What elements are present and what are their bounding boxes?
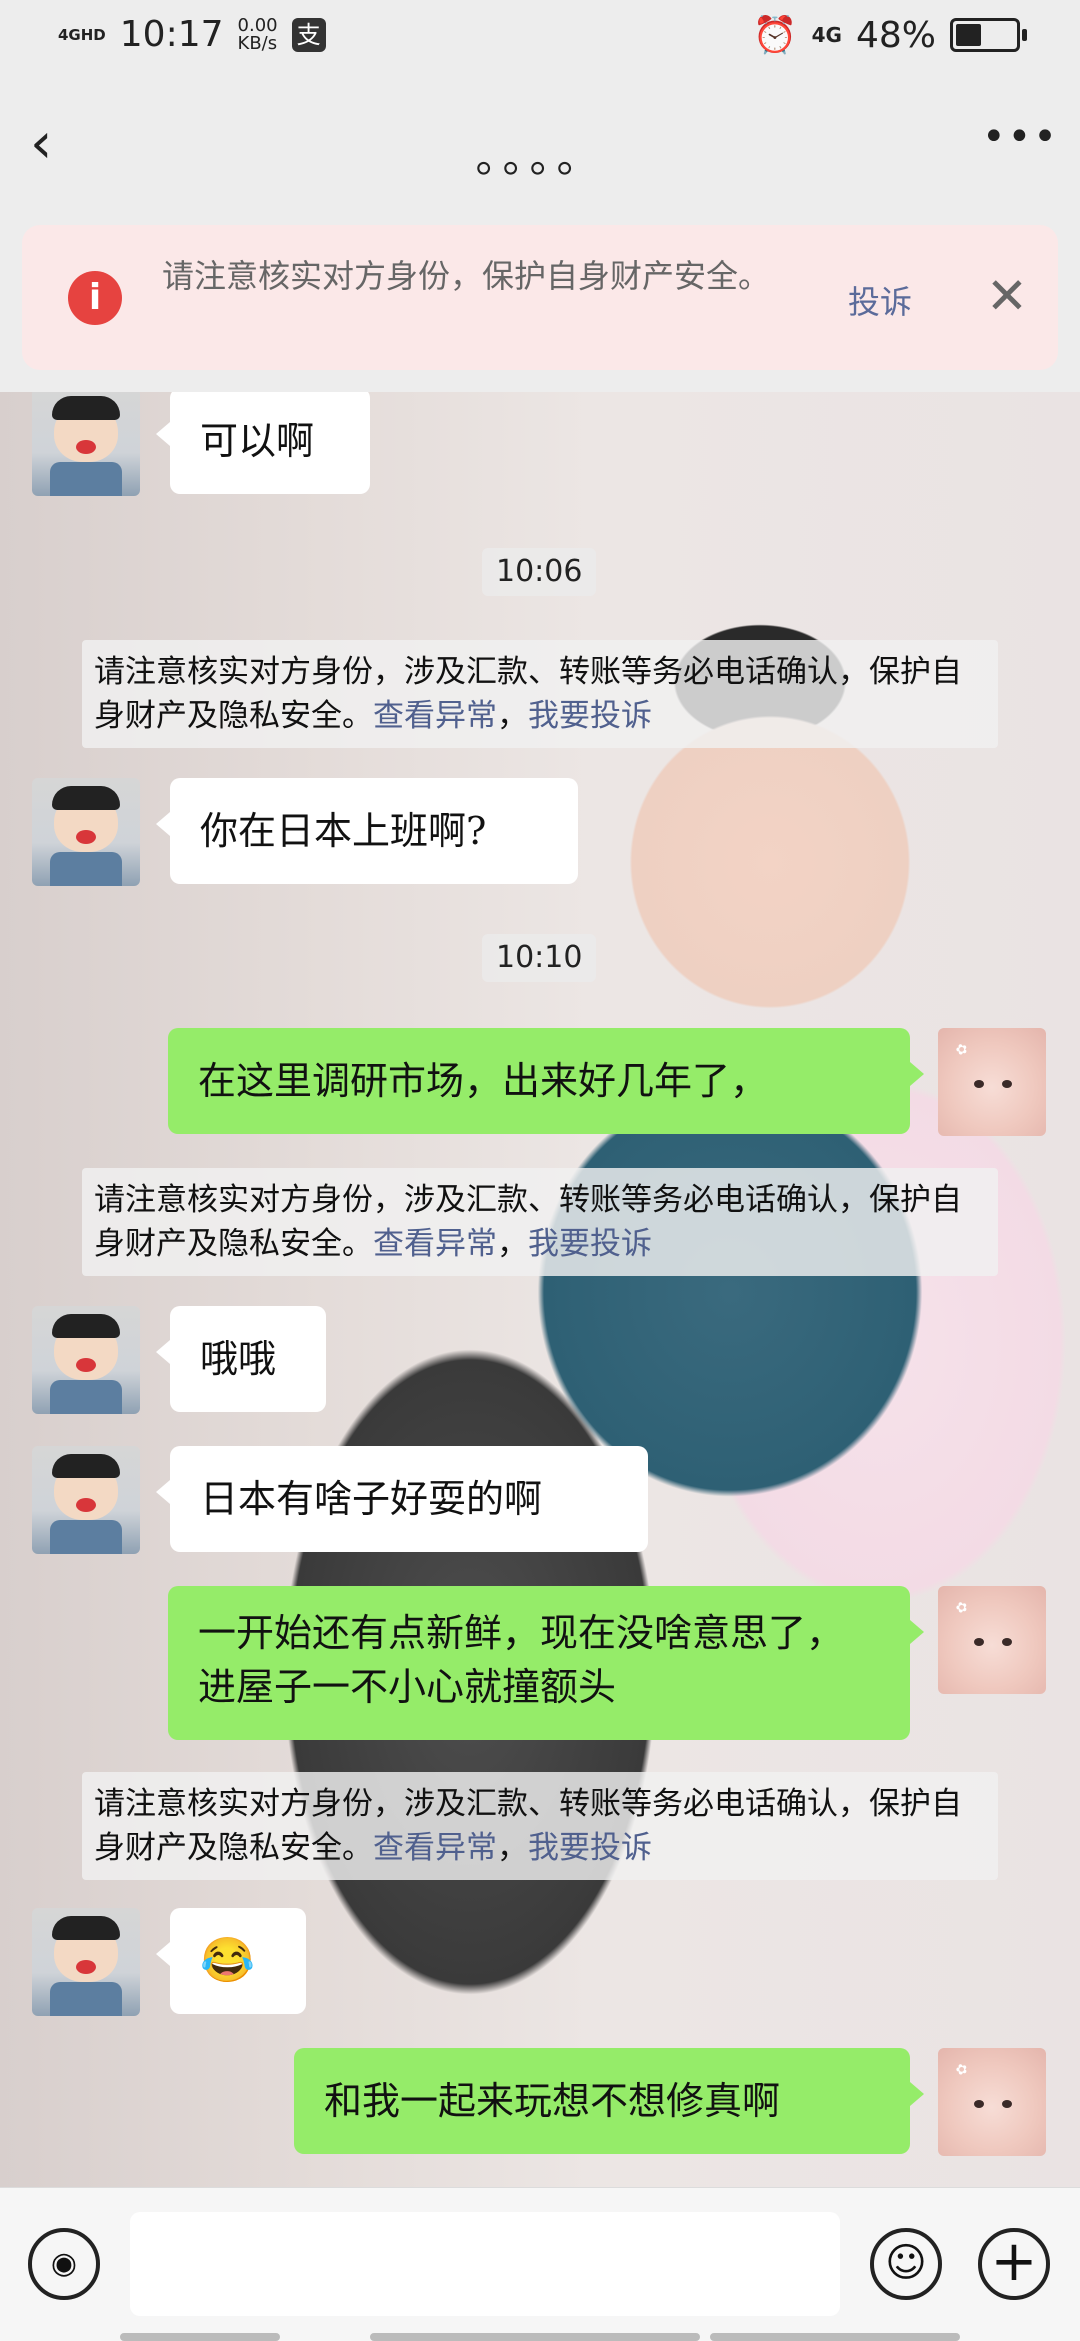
more-functions-button[interactable]: + [978,2228,1050,2300]
plus-icon: + [990,2229,1038,2294]
avatar-tag: ✿ [953,1598,971,1618]
avatar-mouth [76,830,96,844]
avatar-body [50,462,122,496]
net-speed: 0.00 KB/s [237,14,278,54]
avatar-hair [52,1454,120,1478]
contact-avatar[interactable] [32,1446,140,1554]
chat-title: 。。。。 [475,133,605,182]
view-anomaly-link[interactable]: 查看异常 [373,698,497,734]
battery-icon [950,18,1027,52]
contact-avatar[interactable] [32,392,140,496]
message-input[interactable] [130,2212,840,2316]
my-avatar[interactable]: ✿ [938,1028,1046,1136]
message-bubble-received[interactable]: 日本有啥子好耍的啊 [156,1446,648,1552]
avatar-body [50,1982,122,2016]
net-speed-unit: KB/s [237,32,278,54]
complain-link[interactable]: 投诉 [848,277,912,323]
avatar-body [50,1380,122,1414]
more-dots-icon: ••• [982,114,1059,160]
contact-avatar[interactable] [32,1908,140,2016]
chat-header: ‹ 。。。。 ••• [0,80,1080,210]
alarm-icon: ⏰ [752,15,798,56]
security-notice: 请注意核实对方身份，涉及汇款、转账等务必电话确认，保护自身财产及隐私安全。查看异… [82,640,998,748]
report-link[interactable]: 我要投诉 [528,1226,652,1262]
voice-icon: ◉ [50,2246,78,2281]
avatar-hair [52,786,120,810]
contact-avatar[interactable] [32,1306,140,1414]
avatar-hair [52,396,120,420]
my-avatar[interactable]: ✿ [938,2048,1046,2156]
emoji-icon: ☺ [885,2240,927,2286]
network-indicator: 4GHD [58,25,106,44]
net-speed-value: 0.00 [237,14,278,36]
close-icon: ✕ [986,267,1028,325]
status-right: ⏰ 4G 48% [752,14,1027,56]
message-bubble-sent[interactable]: 一开始还有点新鲜，现在没啥意思了，进屋子一不小心就撞额头 [168,1586,924,1740]
message-bubble-received[interactable]: 哦哦 [156,1306,326,1412]
my-avatar[interactable]: ✿ [938,1586,1046,1694]
message-bubble-sent[interactable]: 在这里调研市场，出来好几年了， [168,1028,924,1134]
avatar-eye [974,2100,984,2108]
chat-area[interactable]: 可以啊 10:06 请注意核实对方身份，涉及汇款、转账等务必电话确认，保护自身财… [0,392,1080,2187]
alipay-icon: 支 [291,17,326,52]
avatar-tag: ✿ [953,2060,971,2080]
battery-fill [956,24,981,46]
avatar-eye [974,1080,984,1088]
info-icon: i [68,271,122,325]
clock: 10:17 [119,14,224,55]
alert-text: 请注意核实对方身份，保护自身财产安全。 [162,257,771,295]
notice-separator: ， [497,698,528,734]
avatar-body [50,1520,122,1554]
avatar-eye [974,1638,984,1646]
message-bubble-sent[interactable]: 和我一起来玩想不想修真啊 [294,2048,924,2154]
emoji-button[interactable]: ☺ [870,2228,942,2300]
security-alert-banner: i 请注意核实对方身份，保护自身财产安全。 投诉 ✕ [22,225,1058,370]
message-bubble-received[interactable]: 你在日本上班啊? [156,778,578,884]
report-link[interactable]: 我要投诉 [528,1830,652,1866]
network-right: 4G [811,23,842,47]
avatar-mouth [76,1358,96,1372]
view-anomaly-link[interactable]: 查看异常 [373,1226,497,1262]
report-link[interactable]: 我要投诉 [528,698,652,734]
avatar-eye [1002,1638,1012,1646]
avatar-mouth [76,440,96,454]
voice-button[interactable]: ◉ [28,2228,100,2300]
timestamp: 10:10 [482,934,597,982]
notice-separator: ， [497,1226,528,1262]
avatar-mouth [76,1498,96,1512]
message-bubble-received[interactable]: 可以啊 [156,392,370,494]
avatar-hair [52,1314,120,1338]
avatar-hair [52,1916,120,1940]
status-left: 4GHD 10:17 0.00 KB/s 支 [58,14,326,55]
battery-tip [1022,29,1027,41]
avatar-eye [1002,1080,1012,1088]
battery-percent: 48% [855,14,936,56]
notice-separator: ， [497,1830,528,1866]
security-notice: 请注意核实对方身份，涉及汇款、转账等务必电话确认，保护自身财产及隐私安全。查看异… [82,1772,998,1880]
security-notice: 请注意核实对方身份，涉及汇款、转账等务必电话确认，保护自身财产及隐私安全。查看异… [82,1168,998,1276]
input-bar: ◉ ☺ + [0,2187,1080,2341]
close-button[interactable]: ✕ [986,261,1028,331]
status-bar: 4GHD 10:17 0.00 KB/s 支 ⏰ 4G 48% [0,0,1080,80]
avatar-mouth [76,1960,96,1974]
timestamp: 10:06 [482,548,597,596]
avatar-tag: ✿ [953,1040,971,1060]
more-button[interactable]: ••• [982,114,1057,174]
view-anomaly-link[interactable]: 查看异常 [373,1830,497,1866]
message-bubble-received[interactable]: 😂 [156,1908,306,2014]
contact-avatar[interactable] [32,778,140,886]
avatar-eye [1002,2100,1012,2108]
avatar-body [50,852,122,886]
